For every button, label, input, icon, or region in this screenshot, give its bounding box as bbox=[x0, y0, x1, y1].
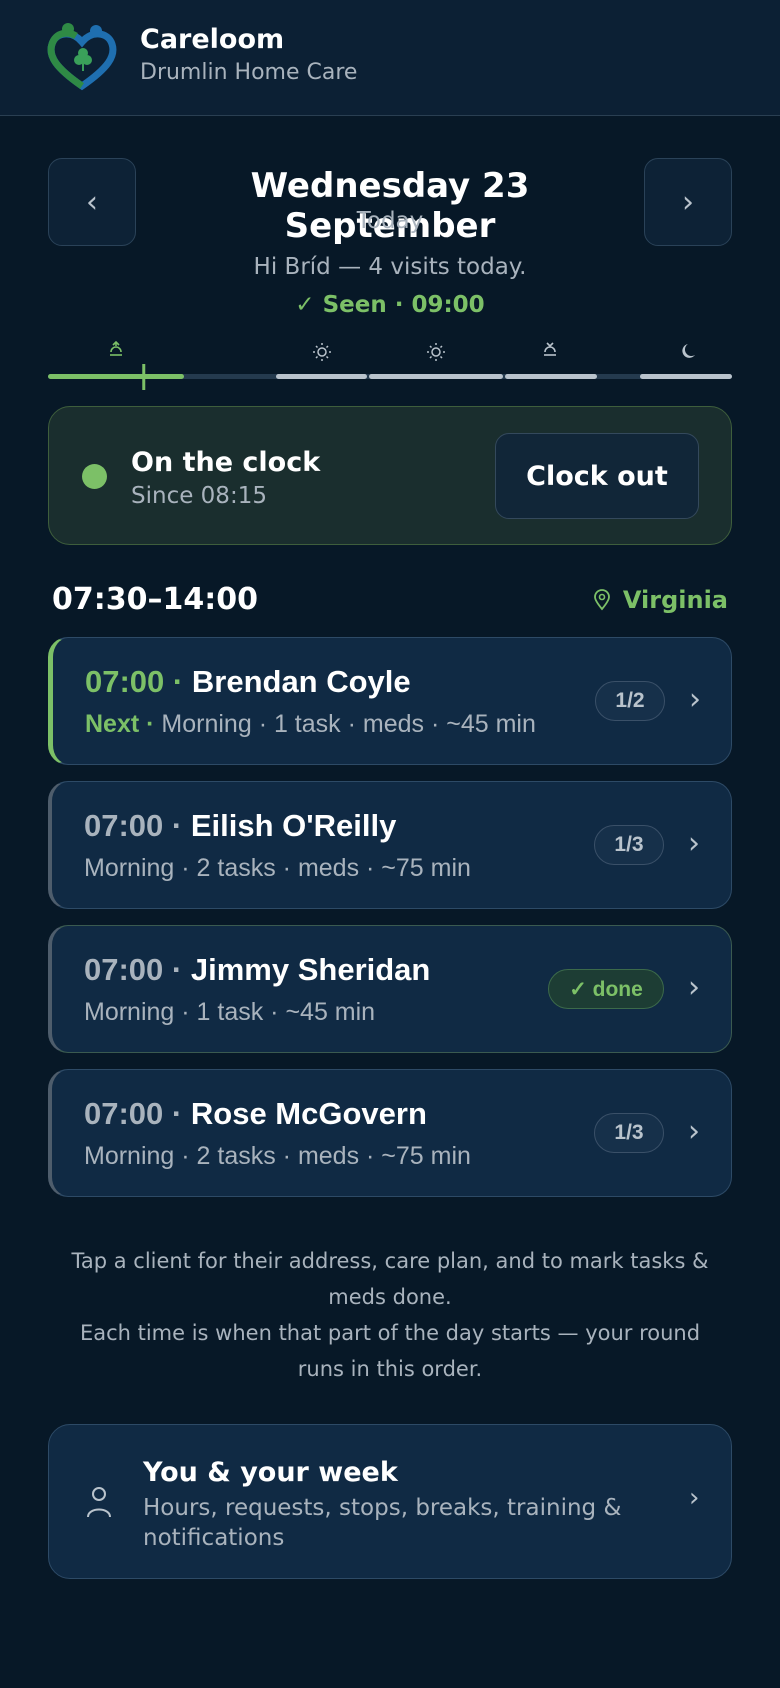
visit-details-text: Morning · 1 task · meds · ~45 min bbox=[161, 710, 536, 738]
help-line-round-order: Each time is when that part of the day s… bbox=[79, 1321, 701, 1381]
visit-details: Morning · 2 tasks · meds · ~75 min bbox=[84, 854, 471, 882]
visit-done-badge: ✓ done bbox=[548, 969, 664, 1009]
visit-details: Next · Morning · 1 task · meds · ~45 min bbox=[85, 710, 536, 739]
chevron-right-icon: › bbox=[689, 1483, 700, 1513]
next-visit-tag: Next · bbox=[85, 710, 155, 738]
clock-status-card: On the clock Since 08:15 Clock out bbox=[48, 406, 732, 545]
timeline-segment-afternoon bbox=[369, 374, 503, 379]
sun-icon bbox=[427, 343, 445, 361]
visit-heading: 07:00 · Jimmy Sheridan bbox=[84, 952, 430, 988]
sun-icon bbox=[313, 343, 331, 361]
client-name: Jimmy Sheridan bbox=[190, 952, 431, 987]
client-name: Eilish O'Reilly bbox=[190, 808, 397, 843]
day-timeline bbox=[48, 338, 732, 394]
previous-day-button[interactable]: ‹ bbox=[48, 158, 136, 246]
week-card-title: You & your week bbox=[143, 1457, 398, 1488]
visit-card-rose-mcgovern[interactable]: 07:00 · Rose McGovern Morning · 2 tasks … bbox=[48, 1069, 732, 1197]
timeline-segment-night bbox=[640, 374, 732, 379]
chevron-right-icon: › bbox=[688, 1114, 700, 1149]
timeline-segment-morning bbox=[48, 374, 184, 379]
greeting-text: Hi Bríd — 4 visits today. bbox=[253, 254, 527, 280]
visit-heading: 07:00 · Rose McGovern bbox=[84, 1096, 427, 1132]
visit-time: 07:00 bbox=[85, 664, 165, 699]
visit-time: 07:00 bbox=[84, 952, 164, 987]
chevron-right-icon: › bbox=[688, 970, 700, 1005]
week-card-description: Hours, requests, stops, breaks, training… bbox=[143, 1495, 622, 1551]
chevron-right-icon: › bbox=[688, 826, 700, 861]
visit-heading: 07:00 · Eilish O'Reilly bbox=[84, 808, 396, 844]
date-subtitle: Today bbox=[356, 208, 424, 234]
current-time-marker bbox=[133, 364, 154, 390]
visit-heading: 07:00 · Brendan Coyle bbox=[85, 664, 411, 700]
clock-status-title: On the clock bbox=[131, 447, 321, 478]
area-name: Virginia bbox=[622, 586, 728, 614]
visit-time: 07:00 bbox=[84, 1096, 164, 1131]
visit-separator: · bbox=[172, 664, 184, 699]
app-header: Careloom Drumlin Home Care bbox=[0, 0, 780, 116]
app-name: Careloom bbox=[140, 24, 285, 55]
visit-separator: · bbox=[171, 808, 183, 843]
visit-card-jimmy-sheridan[interactable]: 07:00 · Jimmy Sheridan Morning · 1 task … bbox=[48, 925, 732, 1053]
clocked-in-indicator bbox=[82, 464, 107, 489]
visit-details: Morning · 1 task · ~45 min bbox=[84, 998, 376, 1026]
shift-time-range: 07:30–14:00 bbox=[52, 582, 258, 617]
sunrise-icon bbox=[110, 340, 122, 356]
clock-since-time: Since 08:15 bbox=[131, 483, 267, 509]
timeline-segment-evening bbox=[505, 374, 597, 379]
location-pin-icon bbox=[593, 589, 610, 611]
person-icon bbox=[87, 1487, 111, 1518]
date-title: Wednesday 23 September bbox=[250, 166, 530, 246]
visit-separator: · bbox=[171, 952, 183, 987]
task-progress-badge: 1/3 bbox=[594, 1113, 664, 1153]
careloom-logo-icon bbox=[46, 22, 118, 92]
client-name: Rose McGovern bbox=[190, 1096, 427, 1131]
shift-area: Virginia bbox=[593, 586, 728, 614]
task-progress-badge: 1/2 bbox=[595, 681, 665, 721]
your-week-card[interactable]: You & your week Hours, requests, stops, … bbox=[48, 1424, 732, 1579]
visit-details: Morning · 2 tasks · meds · ~75 min bbox=[84, 1142, 471, 1170]
visit-card-brendan-coyle[interactable]: 07:00 · Brendan Coyle Next · Morning · 1… bbox=[48, 637, 732, 765]
help-text: Tap a client for their address, care pla… bbox=[56, 1243, 724, 1387]
clock-out-button[interactable]: Clock out bbox=[495, 433, 699, 519]
visit-card-eilish-oreilly[interactable]: 07:00 · Eilish O'Reilly Morning · 2 task… bbox=[48, 781, 732, 909]
visit-time: 07:00 bbox=[84, 808, 164, 843]
sunset-icon bbox=[544, 342, 556, 356]
visit-separator: · bbox=[171, 1096, 183, 1131]
task-progress-badge: 1/3 bbox=[594, 825, 664, 865]
next-day-button[interactable]: › bbox=[644, 158, 732, 246]
chevron-right-icon: › bbox=[689, 682, 701, 717]
seen-status: ✓ Seen · 09:00 bbox=[295, 292, 485, 318]
client-name: Brendan Coyle bbox=[191, 664, 411, 699]
timeline-segment-midday bbox=[276, 374, 367, 379]
moon-icon bbox=[682, 344, 695, 358]
organization-name: Drumlin Home Care bbox=[140, 60, 358, 85]
help-line-tap-client: Tap a client for their address, care pla… bbox=[71, 1249, 709, 1309]
